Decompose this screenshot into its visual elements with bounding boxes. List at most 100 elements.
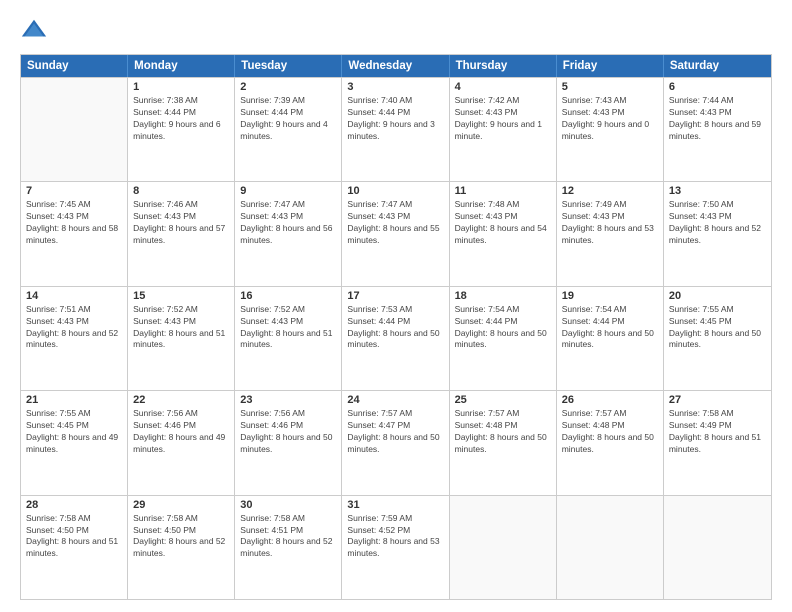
cell-info: Sunrise: 7:58 AMSunset: 4:49 PMDaylight:… xyxy=(669,408,766,456)
calendar-week-row: 1 Sunrise: 7:38 AMSunset: 4:44 PMDaylight… xyxy=(21,77,771,181)
calendar-week-row: 7 Sunrise: 7:45 AMSunset: 4:43 PMDaylight… xyxy=(21,181,771,285)
calendar-cell: 1 Sunrise: 7:38 AMSunset: 4:44 PMDaylight… xyxy=(128,78,235,181)
day-number: 28 xyxy=(26,499,122,511)
cell-info: Sunrise: 7:42 AMSunset: 4:43 PMDaylight:… xyxy=(455,95,551,143)
cell-info: Sunrise: 7:57 AMSunset: 4:48 PMDaylight:… xyxy=(562,408,658,456)
calendar-header-cell: Sunday xyxy=(21,55,128,77)
day-number: 27 xyxy=(669,394,766,406)
day-number: 26 xyxy=(562,394,658,406)
calendar-cell: 4 Sunrise: 7:42 AMSunset: 4:43 PMDaylight… xyxy=(450,78,557,181)
calendar-header-cell: Tuesday xyxy=(235,55,342,77)
calendar-cell: 11 Sunrise: 7:48 AMSunset: 4:43 PMDayligh… xyxy=(450,182,557,285)
calendar-cell: 3 Sunrise: 7:40 AMSunset: 4:44 PMDaylight… xyxy=(342,78,449,181)
calendar-cell: 29 Sunrise: 7:58 AMSunset: 4:50 PMDayligh… xyxy=(128,496,235,599)
day-number: 10 xyxy=(347,185,443,197)
cell-info: Sunrise: 7:51 AMSunset: 4:43 PMDaylight:… xyxy=(26,304,122,352)
cell-info: Sunrise: 7:58 AMSunset: 4:50 PMDaylight:… xyxy=(26,513,122,561)
day-number: 29 xyxy=(133,499,229,511)
day-number: 20 xyxy=(669,290,766,302)
calendar-cell: 19 Sunrise: 7:54 AMSunset: 4:44 PMDayligh… xyxy=(557,287,664,390)
header xyxy=(20,16,772,44)
day-number: 12 xyxy=(562,185,658,197)
cell-info: Sunrise: 7:38 AMSunset: 4:44 PMDaylight:… xyxy=(133,95,229,143)
cell-info: Sunrise: 7:59 AMSunset: 4:52 PMDaylight:… xyxy=(347,513,443,561)
cell-info: Sunrise: 7:43 AMSunset: 4:43 PMDaylight:… xyxy=(562,95,658,143)
day-number: 25 xyxy=(455,394,551,406)
calendar-cell xyxy=(21,78,128,181)
day-number: 4 xyxy=(455,81,551,93)
day-number: 30 xyxy=(240,499,336,511)
cell-info: Sunrise: 7:54 AMSunset: 4:44 PMDaylight:… xyxy=(455,304,551,352)
calendar-cell: 18 Sunrise: 7:54 AMSunset: 4:44 PMDayligh… xyxy=(450,287,557,390)
day-number: 5 xyxy=(562,81,658,93)
cell-info: Sunrise: 7:49 AMSunset: 4:43 PMDaylight:… xyxy=(562,199,658,247)
cell-info: Sunrise: 7:56 AMSunset: 4:46 PMDaylight:… xyxy=(240,408,336,456)
calendar-cell: 10 Sunrise: 7:47 AMSunset: 4:43 PMDayligh… xyxy=(342,182,449,285)
day-number: 9 xyxy=(240,185,336,197)
day-number: 1 xyxy=(133,81,229,93)
day-number: 18 xyxy=(455,290,551,302)
day-number: 22 xyxy=(133,394,229,406)
cell-info: Sunrise: 7:57 AMSunset: 4:47 PMDaylight:… xyxy=(347,408,443,456)
day-number: 7 xyxy=(26,185,122,197)
cell-info: Sunrise: 7:57 AMSunset: 4:48 PMDaylight:… xyxy=(455,408,551,456)
calendar-cell: 12 Sunrise: 7:49 AMSunset: 4:43 PMDayligh… xyxy=(557,182,664,285)
cell-info: Sunrise: 7:55 AMSunset: 4:45 PMDaylight:… xyxy=(669,304,766,352)
calendar-header-cell: Saturday xyxy=(664,55,771,77)
calendar-cell xyxy=(664,496,771,599)
day-number: 15 xyxy=(133,290,229,302)
cell-info: Sunrise: 7:52 AMSunset: 4:43 PMDaylight:… xyxy=(133,304,229,352)
day-number: 23 xyxy=(240,394,336,406)
cell-info: Sunrise: 7:40 AMSunset: 4:44 PMDaylight:… xyxy=(347,95,443,143)
calendar-cell: 9 Sunrise: 7:47 AMSunset: 4:43 PMDaylight… xyxy=(235,182,342,285)
calendar-cell: 17 Sunrise: 7:53 AMSunset: 4:44 PMDayligh… xyxy=(342,287,449,390)
cell-info: Sunrise: 7:47 AMSunset: 4:43 PMDaylight:… xyxy=(240,199,336,247)
calendar-cell: 5 Sunrise: 7:43 AMSunset: 4:43 PMDaylight… xyxy=(557,78,664,181)
calendar-week-row: 14Sunrise: 7:51 AMSunset: 4:43 PMDayligh… xyxy=(21,286,771,390)
calendar-body: 1 Sunrise: 7:38 AMSunset: 4:44 PMDaylight… xyxy=(21,77,771,599)
calendar-cell: 8Sunrise: 7:46 AMSunset: 4:43 PMDaylight… xyxy=(128,182,235,285)
calendar-cell: 30 Sunrise: 7:58 AMSunset: 4:51 PMDayligh… xyxy=(235,496,342,599)
calendar-cell: 21 Sunrise: 7:55 AMSunset: 4:45 PMDayligh… xyxy=(21,391,128,494)
page: SundayMondayTuesdayWednesdayThursdayFrid… xyxy=(0,0,792,612)
cell-info: Sunrise: 7:48 AMSunset: 4:43 PMDaylight:… xyxy=(455,199,551,247)
cell-info: Sunrise: 7:54 AMSunset: 4:44 PMDaylight:… xyxy=(562,304,658,352)
calendar-cell: 27 Sunrise: 7:58 AMSunset: 4:49 PMDayligh… xyxy=(664,391,771,494)
calendar-cell: 23 Sunrise: 7:56 AMSunset: 4:46 PMDayligh… xyxy=(235,391,342,494)
calendar-week-row: 21 Sunrise: 7:55 AMSunset: 4:45 PMDayligh… xyxy=(21,390,771,494)
day-number: 2 xyxy=(240,81,336,93)
calendar-cell: 16Sunrise: 7:52 AMSunset: 4:43 PMDayligh… xyxy=(235,287,342,390)
cell-info: Sunrise: 7:58 AMSunset: 4:50 PMDaylight:… xyxy=(133,513,229,561)
day-number: 17 xyxy=(347,290,443,302)
day-number: 8 xyxy=(133,185,229,197)
calendar-cell: 13Sunrise: 7:50 AMSunset: 4:43 PMDayligh… xyxy=(664,182,771,285)
day-number: 19 xyxy=(562,290,658,302)
calendar-week-row: 28 Sunrise: 7:58 AMSunset: 4:50 PMDayligh… xyxy=(21,495,771,599)
calendar-cell: 22Sunrise: 7:56 AMSunset: 4:46 PMDayligh… xyxy=(128,391,235,494)
day-number: 31 xyxy=(347,499,443,511)
calendar-cell: 7 Sunrise: 7:45 AMSunset: 4:43 PMDaylight… xyxy=(21,182,128,285)
calendar-cell: 14Sunrise: 7:51 AMSunset: 4:43 PMDayligh… xyxy=(21,287,128,390)
day-number: 6 xyxy=(669,81,766,93)
cell-info: Sunrise: 7:52 AMSunset: 4:43 PMDaylight:… xyxy=(240,304,336,352)
calendar-cell: 25 Sunrise: 7:57 AMSunset: 4:48 PMDayligh… xyxy=(450,391,557,494)
calendar-cell: 31 Sunrise: 7:59 AMSunset: 4:52 PMDayligh… xyxy=(342,496,449,599)
cell-info: Sunrise: 7:53 AMSunset: 4:44 PMDaylight:… xyxy=(347,304,443,352)
cell-info: Sunrise: 7:39 AMSunset: 4:44 PMDaylight:… xyxy=(240,95,336,143)
calendar: SundayMondayTuesdayWednesdayThursdayFrid… xyxy=(20,54,772,600)
calendar-cell xyxy=(557,496,664,599)
calendar-header-cell: Wednesday xyxy=(342,55,449,77)
calendar-cell: 26 Sunrise: 7:57 AMSunset: 4:48 PMDayligh… xyxy=(557,391,664,494)
day-number: 3 xyxy=(347,81,443,93)
cell-info: Sunrise: 7:50 AMSunset: 4:43 PMDaylight:… xyxy=(669,199,766,247)
cell-info: Sunrise: 7:44 AMSunset: 4:43 PMDaylight:… xyxy=(669,95,766,143)
day-number: 11 xyxy=(455,185,551,197)
cell-info: Sunrise: 7:58 AMSunset: 4:51 PMDaylight:… xyxy=(240,513,336,561)
day-number: 21 xyxy=(26,394,122,406)
cell-info: Sunrise: 7:47 AMSunset: 4:43 PMDaylight:… xyxy=(347,199,443,247)
cell-info: Sunrise: 7:45 AMSunset: 4:43 PMDaylight:… xyxy=(26,199,122,247)
calendar-cell: 2 Sunrise: 7:39 AMSunset: 4:44 PMDaylight… xyxy=(235,78,342,181)
day-number: 24 xyxy=(347,394,443,406)
logo-icon xyxy=(20,16,48,44)
cell-info: Sunrise: 7:55 AMSunset: 4:45 PMDaylight:… xyxy=(26,408,122,456)
